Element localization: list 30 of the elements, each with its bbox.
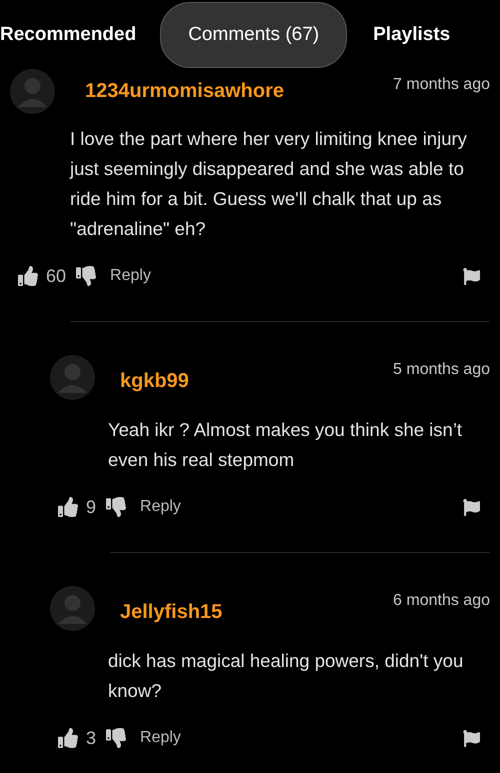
like-count: 9 [86,496,96,518]
like-count: 3 [86,728,96,748]
avatar-icon [10,68,55,114]
reply-button[interactable]: Reply [140,729,181,747]
comment-author[interactable]: kgkb99 [120,362,394,392]
thumbs-down-icon[interactable] [76,266,96,286]
flag-icon[interactable] [463,730,480,746]
comment-author[interactable]: 1234urmomisawhore [85,80,394,102]
comment-text: Yeah ikr ? Almost makes you think she isn’t even his real stepmom [108,418,464,472]
comment-text: dick has magical healing powers, didn't you know? [108,649,464,703]
like-count: 60 [46,266,66,286]
tab[interactable]: Comments (67) [160,2,348,68]
tab[interactable]: Playlists [347,24,474,46]
comment-time: 6 months ago [393,591,490,610]
avatar-icon [50,354,95,400]
tab[interactable]: Recommended [0,24,160,46]
comment-author[interactable]: Jellyfish15 [120,592,394,624]
flag-icon[interactable] [463,498,480,516]
comment-time: 5 months ago [393,360,490,379]
thumbs-down-icon[interactable] [106,728,126,748]
thumbs-down-icon[interactable] [106,497,126,517]
thumbs-up-icon[interactable] [18,266,38,286]
reply-button[interactable]: Reply [140,498,181,516]
comment-time: 7 months ago [393,75,490,94]
reply-button[interactable]: Reply [110,267,151,285]
avatar-icon [50,586,95,630]
flag-icon[interactable] [463,268,480,284]
comment-text: I love the part where her very limiting knee injury just seemingly disappeared and she was able to ride him for a bit. Guess we'll chalk that up as "adrenaline" eh? [70,127,468,241]
thumbs-up-icon[interactable] [58,728,78,748]
thumbs-up-icon[interactable] [58,497,78,517]
